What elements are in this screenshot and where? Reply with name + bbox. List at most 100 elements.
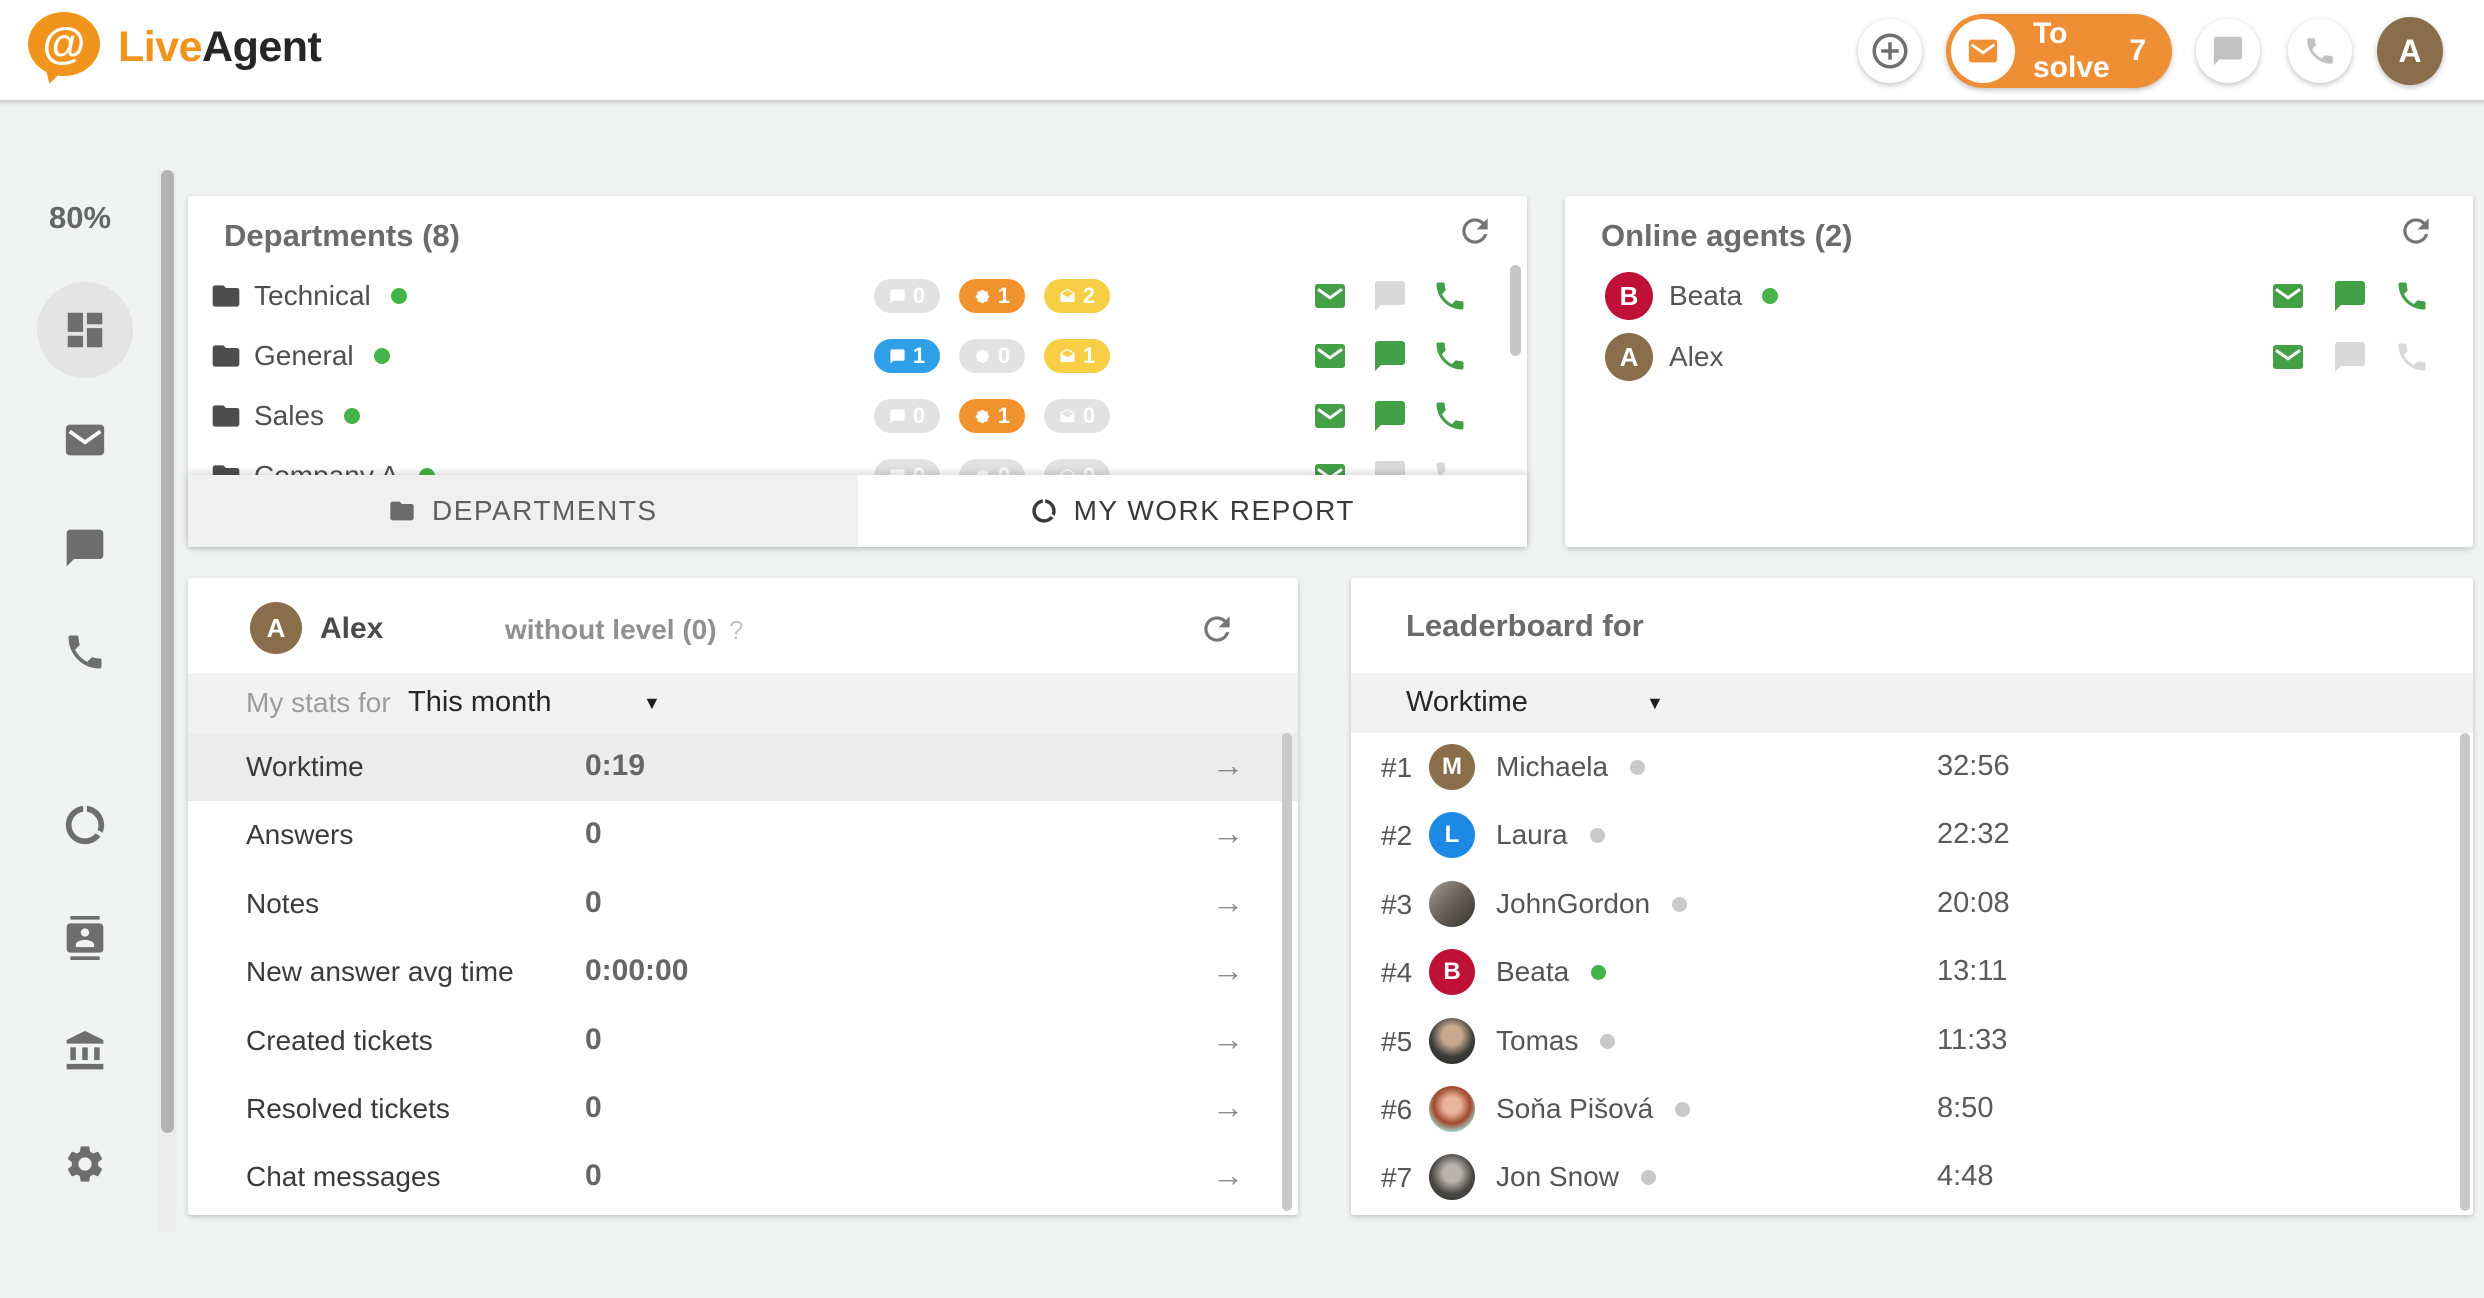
sidebar-item-reports[interactable] xyxy=(37,777,133,873)
department-name: Sales xyxy=(254,400,324,432)
phone-action-icon[interactable] xyxy=(1432,398,1468,434)
chat-action-icon[interactable] xyxy=(2332,339,2368,375)
stat-row[interactable]: Notes 0 → xyxy=(188,870,1298,938)
stat-row[interactable]: Answers 0 → xyxy=(188,801,1298,869)
mail-action-icon[interactable] xyxy=(1312,278,1348,314)
contact-card-icon xyxy=(63,916,107,960)
new-tickets-badge[interactable]: 0 xyxy=(959,459,1025,475)
to-solve-button[interactable]: To solve 7 xyxy=(1946,14,2172,88)
new-tickets-badge[interactable]: 1 xyxy=(959,279,1025,313)
burst-icon xyxy=(974,408,991,425)
chat-action-icon[interactable] xyxy=(1372,278,1408,314)
chat-action-icon[interactable] xyxy=(2332,278,2368,314)
department-row[interactable]: General 1 0 1 xyxy=(188,326,1527,386)
arrow-right-icon[interactable]: → xyxy=(1212,1157,1244,1194)
department-row[interactable]: Sales 0 1 0 xyxy=(188,386,1527,446)
arrow-right-icon[interactable]: → xyxy=(1212,1089,1244,1126)
dashboard-icon xyxy=(62,307,108,353)
refresh-icon[interactable] xyxy=(1198,610,1236,648)
help-icon[interactable]: ? xyxy=(729,615,743,646)
mail-action-icon[interactable] xyxy=(2270,278,2306,314)
phone-action-icon[interactable] xyxy=(2394,278,2430,314)
arrow-right-icon[interactable]: → xyxy=(1212,815,1244,852)
sidebar-item-tickets[interactable] xyxy=(37,392,133,488)
status-dot xyxy=(391,288,407,304)
leaderboard-row[interactable]: #6 Soňa Pišová 8:50 xyxy=(1351,1075,2473,1143)
refresh-icon[interactable] xyxy=(2397,212,2435,250)
leaderboard-row[interactable]: #3 JohnGordon 20:08 xyxy=(1351,870,2473,938)
open-mail-badge[interactable]: 1 xyxy=(1044,339,1110,373)
phone-action-icon[interactable] xyxy=(1432,338,1468,374)
open-mail-badge[interactable]: 2 xyxy=(1044,279,1110,313)
rank: #4 xyxy=(1381,957,1412,989)
arrow-right-icon[interactable]: → xyxy=(1212,747,1244,784)
leaderboard-row[interactable]: #1 M Michaela 32:56 xyxy=(1351,733,2473,801)
agent-row[interactable]: B Beata xyxy=(1565,266,2473,326)
arrow-right-icon[interactable]: → xyxy=(1212,952,1244,989)
chat-count-badge[interactable]: 0 xyxy=(874,279,940,313)
gear-icon xyxy=(63,1142,107,1186)
open-mail-badge[interactable]: 0 xyxy=(1044,399,1110,433)
stat-row[interactable]: Created tickets 0 → xyxy=(188,1007,1298,1075)
stat-row[interactable]: Chat messages 0 → xyxy=(188,1143,1298,1211)
tab-my-work-report[interactable]: MY WORK REPORT xyxy=(858,475,1528,547)
mail-action-icon[interactable] xyxy=(2270,339,2306,375)
new-tickets-badge[interactable]: 0 xyxy=(959,339,1025,373)
folder-icon xyxy=(210,400,242,432)
stat-row[interactable]: New answer avg time 0:00:00 → xyxy=(188,938,1298,1006)
chats-button[interactable] xyxy=(2196,19,2260,83)
chat-action-icon[interactable] xyxy=(1372,458,1408,475)
sidebar-item-settings[interactable] xyxy=(37,1116,133,1212)
sidebar-item-chats[interactable] xyxy=(37,500,133,596)
chat-count-badge[interactable]: 0 xyxy=(874,459,940,475)
chat-action-icon[interactable] xyxy=(1372,338,1408,374)
department-row[interactable]: Technical 0 1 2 xyxy=(188,266,1527,326)
chevron-down-icon[interactable]: ▼ xyxy=(643,693,661,714)
leaderboard-scrollbar-thumb[interactable] xyxy=(2460,733,2470,1211)
stat-label: Created tickets xyxy=(246,1025,433,1057)
leaderboard-row[interactable]: #5 Tomas 11:33 xyxy=(1351,1007,2473,1075)
new-tickets-badge[interactable]: 1 xyxy=(959,399,1025,433)
page-scrollbar-thumb[interactable] xyxy=(161,170,174,1133)
liveagent-logo[interactable]: @ LiveAgent xyxy=(28,12,321,82)
chat-icon xyxy=(889,288,906,305)
bank-icon xyxy=(63,1029,107,1073)
stats-scrollbar-thumb[interactable] xyxy=(1282,733,1292,1211)
phone-action-icon[interactable] xyxy=(1432,278,1468,314)
user-avatar[interactable]: A xyxy=(2377,17,2443,85)
status-dot xyxy=(1675,1102,1690,1117)
sidebar-item-companies[interactable] xyxy=(37,1003,133,1099)
agent-avatar: A xyxy=(250,602,302,654)
sidebar-item-calls[interactable] xyxy=(37,604,133,700)
chat-count-badge[interactable]: 0 xyxy=(874,399,940,433)
stat-row[interactable]: Resolved tickets 0 → xyxy=(188,1075,1298,1143)
mail-action-icon[interactable] xyxy=(1312,398,1348,434)
stat-row[interactable]: Worktime 0:19 → xyxy=(188,733,1298,801)
arrow-right-icon[interactable]: → xyxy=(1212,884,1244,921)
metric-dropdown[interactable]: Worktime xyxy=(1406,686,1528,719)
period-dropdown[interactable]: This month xyxy=(408,686,551,719)
leaderboard-row[interactable]: #7 Jon Snow 4:48 xyxy=(1351,1143,2473,1211)
add-new-button[interactable] xyxy=(1858,19,1922,83)
agent-name: Beata xyxy=(1496,956,1569,988)
chat-count-badge[interactable]: 1 xyxy=(874,339,940,373)
agent-row[interactable]: A Alex xyxy=(1565,327,2473,387)
chevron-down-icon[interactable]: ▼ xyxy=(1646,693,1664,714)
mail-action-icon[interactable] xyxy=(1312,338,1348,374)
phone-action-icon[interactable] xyxy=(1432,458,1468,475)
sidebar-item-contacts[interactable] xyxy=(37,890,133,986)
calls-button[interactable] xyxy=(2288,19,2352,83)
refresh-icon[interactable] xyxy=(1456,212,1494,250)
leaderboard-row[interactable]: #2 L Laura 22:32 xyxy=(1351,801,2473,869)
tab-departments[interactable]: DEPARTMENTS xyxy=(188,475,858,547)
leaderboard-row[interactable]: #4 B Beata 13:11 xyxy=(1351,938,2473,1006)
departments-scrollbar-thumb[interactable] xyxy=(1510,265,1521,356)
chat-action-icon[interactable] xyxy=(1372,398,1408,434)
mail-action-icon[interactable] xyxy=(1312,458,1348,475)
department-row[interactable]: Company A 0 0 0 xyxy=(188,446,1527,475)
sidebar-item-dashboard[interactable] xyxy=(37,282,133,378)
arrow-right-icon[interactable]: → xyxy=(1212,1021,1244,1058)
worktime-value: 32:56 xyxy=(1937,750,2010,783)
open-mail-badge[interactable]: 0 xyxy=(1044,459,1110,475)
phone-action-icon[interactable] xyxy=(2394,339,2430,375)
